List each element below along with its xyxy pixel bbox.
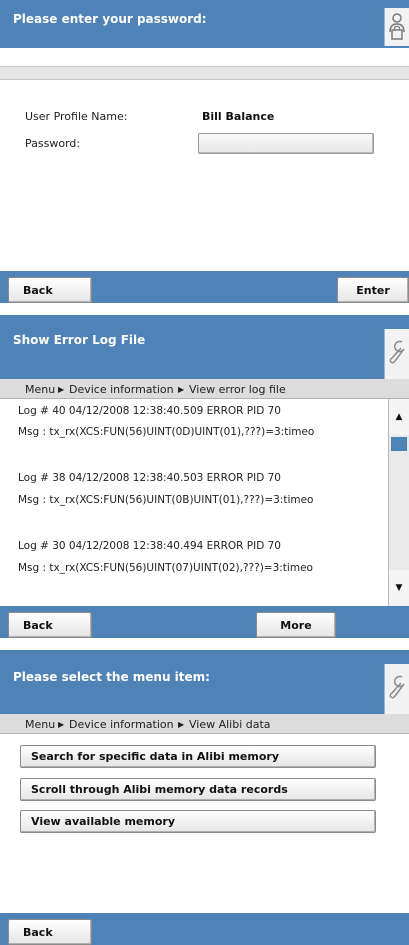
alibi-panel: Please select the menu item: Menu ▶ Devi…	[0, 650, 409, 945]
log-entry-header: Log # 40 04/12/2008 12:38:40.509 ERROR P…	[18, 405, 281, 417]
more-button[interactable]: More	[256, 612, 336, 638]
breadcrumb-arrow-icon: ▶	[178, 385, 185, 394]
breadcrumb-device-information[interactable]: Device information	[69, 718, 174, 731]
breadcrumb-menu[interactable]: Menu	[25, 383, 55, 396]
breadcrumb-arrow-icon: ▶	[58, 720, 65, 729]
triangle-up-icon[interactable]: ▲	[389, 399, 409, 435]
breadcrumb: Menu ▶ Device information ▶ View error l…	[0, 379, 409, 399]
back-button[interactable]: Back	[8, 919, 92, 945]
log-entry-message: Msg : tx_rx(XCS:FUN(56)UINT(07)UINT(02),…	[18, 562, 313, 574]
enter-button[interactable]: Enter	[337, 277, 409, 303]
password-footer: Back Enter	[0, 271, 409, 303]
search-alibi-button[interactable]: Search for specific data in Alibi memory	[20, 745, 376, 768]
error-log-header: Show Error Log File	[0, 315, 409, 379]
breadcrumb: Menu ▶ Device information ▶ View Alibi d…	[0, 714, 409, 734]
alibi-footer: Back	[0, 913, 409, 945]
password-toolbar-strip	[0, 66, 409, 80]
password-header: Please enter your password:	[0, 0, 409, 48]
breadcrumb-arrow-icon: ▶	[178, 720, 185, 729]
password-title: Please enter your password:	[13, 12, 207, 26]
error-log-title: Show Error Log File	[13, 333, 146, 347]
breadcrumb-view-alibi: View Alibi data	[189, 718, 271, 731]
password-field[interactable]	[198, 133, 374, 154]
breadcrumb-menu[interactable]: Menu	[25, 718, 55, 731]
profile-name-label: User Profile Name:	[25, 110, 128, 123]
error-log-panel: Show Error Log File Menu ▶ Device inform…	[0, 315, 409, 638]
breadcrumb-arrow-icon: ▶	[58, 385, 65, 394]
triangle-down-icon[interactable]: ▼	[389, 570, 409, 606]
breadcrumb-view-error-log: View error log file	[189, 383, 286, 396]
back-button[interactable]: Back	[8, 612, 92, 638]
separator-1	[0, 303, 409, 315]
log-entry-header: Log # 30 04/12/2008 12:38:40.494 ERROR P…	[18, 540, 281, 552]
wrench-icon	[384, 329, 409, 379]
user-lock-icon	[384, 8, 409, 46]
password-label: Password:	[25, 137, 81, 150]
back-button[interactable]: Back	[8, 277, 92, 303]
alibi-header: Please select the menu item:	[0, 650, 409, 714]
scrollbar[interactable]: ▲ ▼	[388, 399, 409, 606]
separator-2	[0, 638, 409, 650]
error-log-list[interactable]: Log # 40 04/12/2008 12:38:40.509 ERROR P…	[0, 399, 388, 606]
log-entry-message: Msg : tx_rx(XCS:FUN(56)UINT(0D)UINT(01),…	[18, 426, 315, 438]
scroll-alibi-records-button[interactable]: Scroll through Alibi memory data records	[20, 778, 376, 801]
alibi-title: Please select the menu item:	[13, 670, 210, 684]
log-entry-header: Log # 38 04/12/2008 12:38:40.503 ERROR P…	[18, 472, 281, 484]
password-panel: Please enter your password: User Profile…	[0, 0, 409, 303]
wrench-icon	[384, 664, 409, 714]
profile-name-value: Bill Balance	[202, 110, 275, 123]
view-available-memory-button[interactable]: View available memory	[20, 810, 376, 833]
error-log-footer: Back More	[0, 606, 409, 638]
log-entry-message: Msg : tx_rx(XCS:FUN(56)UINT(0B)UINT(01),…	[18, 494, 314, 506]
breadcrumb-device-information[interactable]: Device information	[69, 383, 174, 396]
scroll-thumb[interactable]	[391, 437, 407, 451]
